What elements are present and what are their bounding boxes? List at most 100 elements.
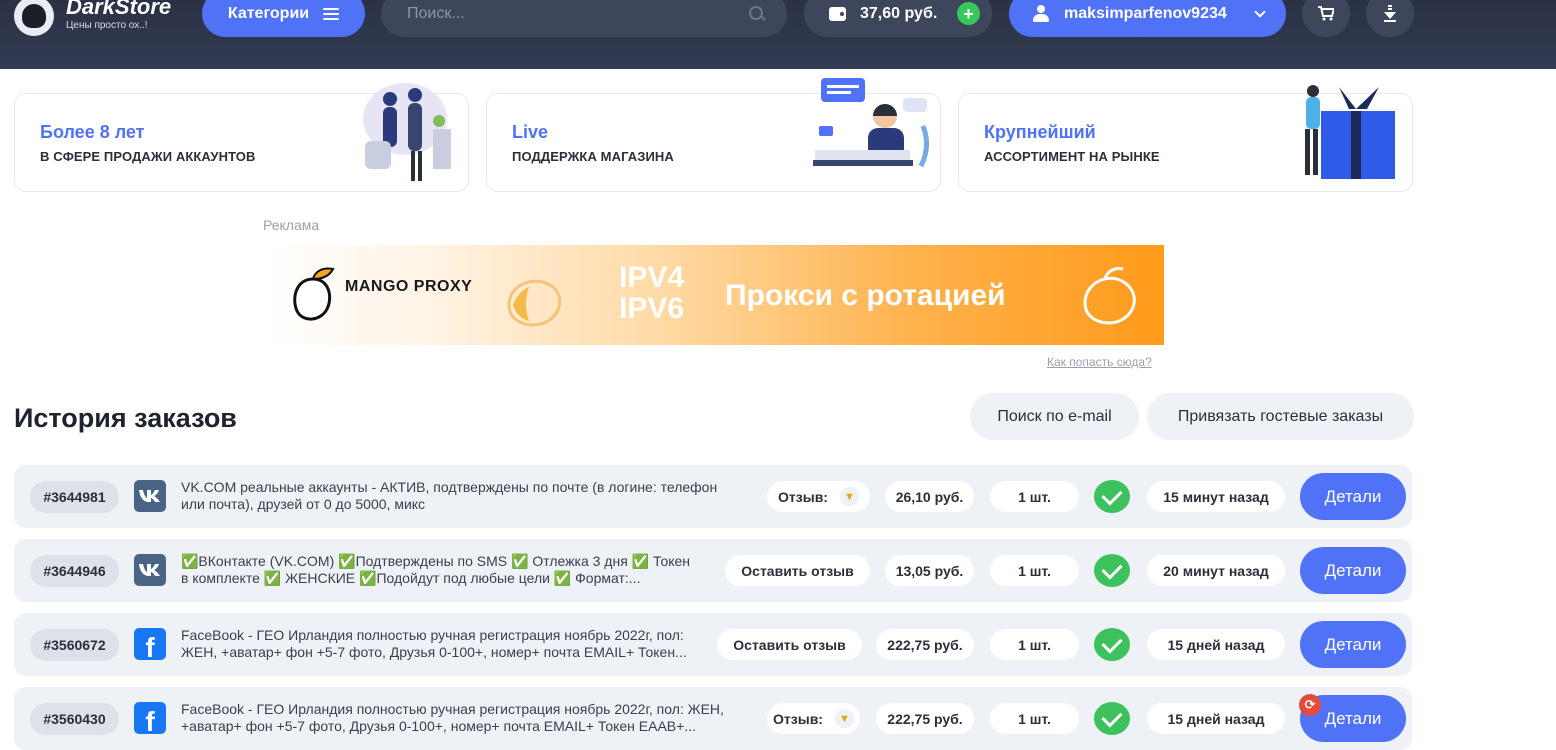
feature-subtitle: В СФЕРЕ ПРОДАЖИ АККАУНТОВ [40,149,256,164]
logo-mask-icon [14,0,54,36]
search-by-email-button[interactable]: Поиск по e-mail [970,393,1139,440]
cart-icon [1318,6,1334,21]
download-icon [1384,4,1396,22]
order-quantity: 1 шт. [990,555,1079,586]
download-button[interactable] [1366,0,1414,37]
add-funds-button[interactable]: + [957,2,980,25]
review-status[interactable]: Отзыв: ▼ [767,703,860,734]
order-row: #3644946 ✅ВКонтакте (VK.COM) ✅Подтвержде… [14,539,1412,602]
vk-icon [134,480,166,512]
order-price: 26,10 руб. [885,481,974,512]
order-time: 20 минут назад [1147,555,1285,586]
review-status[interactable]: Отзыв: ▼ [767,481,870,512]
order-price: 13,05 руб. [885,555,974,586]
chevron-down-icon [1254,5,1266,18]
order-time: 15 дней назад [1147,703,1285,734]
facebook-glyph: f [145,632,155,663]
facebook-icon: f [134,702,166,737]
order-description: FaceBook - ГЕО Ирландия полностью ручная… [181,701,724,735]
feature-title: Live [512,122,549,142]
order-id[interactable]: #3644946 [30,555,119,587]
wallet-icon [829,6,846,21]
order-time: 15 минут назад [1147,481,1285,512]
order-description-line: +аватар+ фон +5-7 фото, Друзья 0-100+, н… [181,718,696,734]
order-quantity: 1 шт. [990,481,1079,512]
details-button[interactable]: Детали [1300,621,1406,668]
order-id[interactable]: #3560672 [30,629,119,661]
order-id[interactable]: #3644981 [30,481,119,513]
order-description: VK.COM реальные аккаунты - АКТИВ, подтве… [181,479,717,513]
check-icon [1094,480,1130,513]
balance-widget[interactable]: 37,60 руб. + [804,0,992,37]
ad-banner[interactable]: MANGO PROXY IPV4 IPV6 Прокси с ротацией [263,245,1164,345]
user-icon [1033,5,1049,22]
facebook-glyph: f [145,706,155,737]
ad-info-link[interactable]: Как попасть сюда? [1047,355,1152,369]
review-label: Отзыв: [778,488,828,505]
order-description-line: FaceBook - ГЕО Ирландия полностью ручная… [181,701,724,717]
username: maksimparfenov9234 [1064,4,1227,22]
order-description-line: ✅ВКонтакте (VK.COM) ✅Подтверждены по SMS… [181,553,691,569]
check-icon [1094,702,1130,735]
details-button[interactable]: Детали [1300,473,1406,520]
feature-title: Крупнейший [984,122,1096,142]
check-icon [1094,628,1130,661]
refresh-icon[interactable]: ⟳ [1299,694,1321,716]
feature-subtitle: ПОДДЕРЖКА МАГАЗИНА [512,149,674,164]
support-agent-illustration-icon [813,78,929,168]
thumbs-down-icon: ▼ [839,487,859,506]
ad-label: Реклама [263,217,320,233]
gift-box-illustration-icon [1305,85,1395,179]
vk-icon [134,554,166,586]
order-quantity: 1 шт. [990,629,1079,660]
leave-review-button[interactable]: Оставить отзыв [717,629,862,660]
search-icon[interactable] [749,5,765,22]
search-input[interactable] [407,4,749,23]
order-description-line: в комплекте ✅ ЖЕНСКИЕ ✅Подойдут под любы… [181,570,641,586]
order-price: 222,75 руб. [876,703,974,734]
order-row: #3560672 f FaceBook - ГЕО Ирландия полно… [14,613,1412,676]
order-description-line: или почта), друзей от 0 до 5000, микс [181,496,426,512]
site-header: DarkStore Цены просто ох..! Категории 37… [0,0,1556,69]
mango-outline-icon [507,279,562,327]
order-row: #3560430 f FaceBook - ГЕО Ирландия полно… [14,687,1412,750]
feature-title: Более 8 лет [40,122,145,142]
logo-subtitle: Цены просто ох..! [66,20,148,31]
order-description-line: VK.COM реальные аккаунты - АКТИВ, подтве… [181,479,718,495]
feature-subtitle: АССОРТИМЕНТ НА РЫНКЕ [984,149,1160,164]
feature-card-assortment: Крупнейший АССОРТИМЕНТ НА РЫНКЕ [958,85,1413,192]
order-time: 15 дней назад [1147,629,1285,660]
feature-card-support: Live ПОДДЕРЖКА МАГАЗИНА [486,78,941,192]
ad-ipv6: IPV6 [619,292,685,325]
order-id[interactable]: #3560430 [30,703,119,735]
ad-ipv4: IPV4 [619,261,685,294]
cart-button[interactable] [1302,0,1350,37]
order-quantity: 1 шт. [990,703,1079,734]
order-description-line: FaceBook - ГЕО Ирландия полностью ручная… [181,627,684,643]
order-description-line: ЖЕН, +аватар+ фон +5-7 фото, Друзья 0-10… [181,644,687,660]
mango-outline-icon [1083,267,1136,325]
categories-label: Категории [227,4,310,22]
order-row: #3644981 VK.COM реальные аккаунты - АКТИ… [14,465,1412,528]
logo[interactable]: DarkStore Цены просто ох..! [14,0,171,36]
ad-slogan: Прокси с ротацией [725,279,1006,312]
people-illustration-icon [363,83,451,181]
page-title: История заказов [14,403,237,433]
mango-logo-icon [293,267,335,321]
ad-ipv-label: IPV4 IPV6 [619,262,684,324]
logo-title: DarkStore [66,0,172,19]
user-menu-button[interactable]: maksimparfenov9234 [1009,0,1286,37]
order-description: ✅ВКонтакте (VK.COM) ✅Подтверждены по SMS… [181,553,690,587]
leave-review-button[interactable]: Оставить отзыв [725,555,870,586]
order-price: 222,75 руб. [876,629,974,660]
order-description: FaceBook - ГЕО Ирландия полностью ручная… [181,627,687,661]
details-button[interactable]: Детали [1300,547,1406,594]
ad-brand: MANGO PROXY [345,278,473,295]
bind-guest-orders-button[interactable]: Привязать гостевые заказы [1147,393,1414,440]
check-icon [1094,554,1130,587]
facebook-icon: f [134,628,166,663]
balance-amount: 37,60 руб. [860,4,938,22]
thumbs-down-icon: ▼ [834,709,854,728]
review-label: Отзыв: [773,710,823,727]
categories-button[interactable]: Категории [202,0,365,37]
